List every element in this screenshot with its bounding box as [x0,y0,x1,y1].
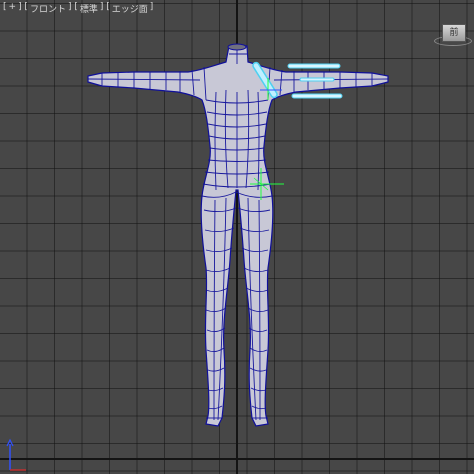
axis-tripod-icon [6,438,26,471]
neck-opening [227,43,247,51]
front-viewport[interactable]: [ + ] [ フロント ] [ 標準 ] [ エッジ面 ] 前 [0,0,474,474]
viewcube-front-face[interactable]: 前 [442,24,466,42]
scene-canvas[interactable] [0,0,474,474]
viewcube-icon[interactable]: 前 [434,22,472,46]
